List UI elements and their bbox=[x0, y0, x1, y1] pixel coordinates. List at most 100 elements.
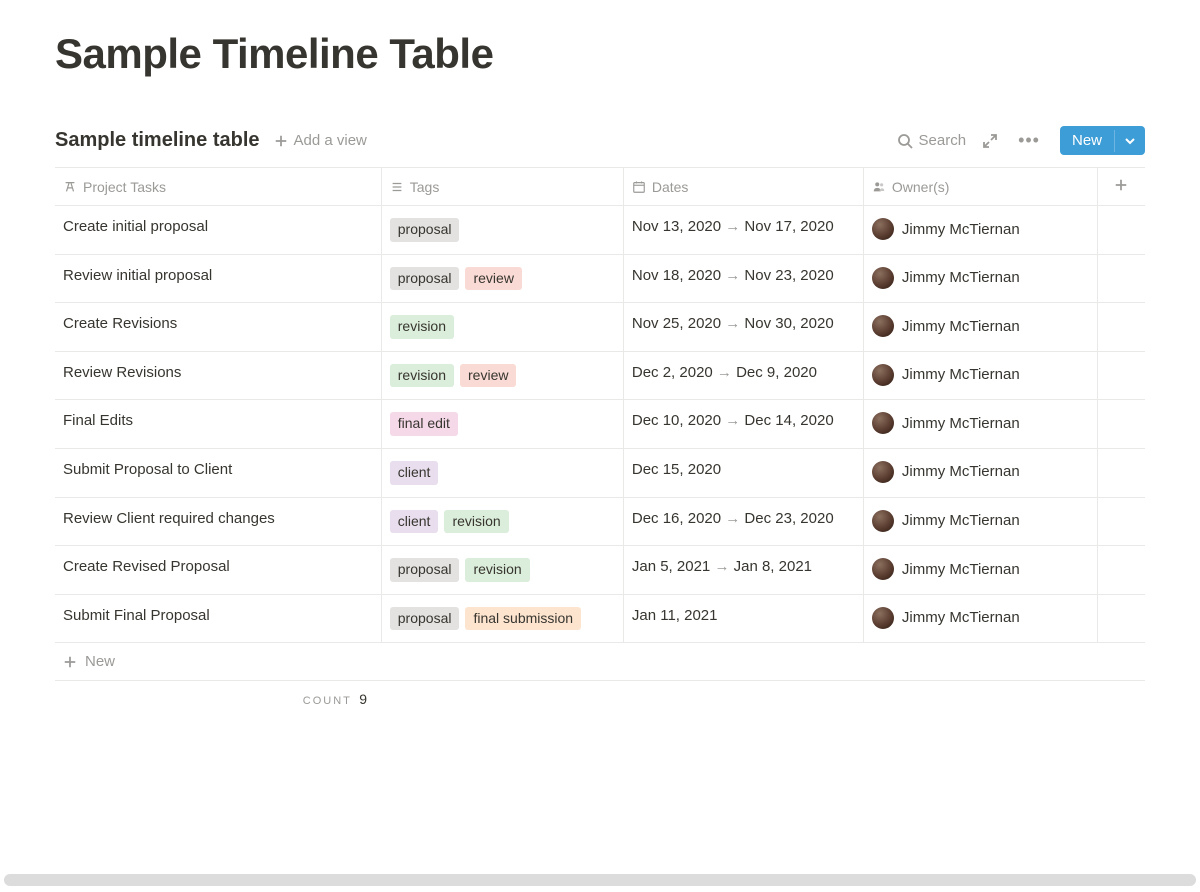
task-cell[interactable]: Submit Final Proposal bbox=[55, 594, 381, 643]
dates-cell[interactable]: Jan 11, 2021 bbox=[623, 594, 863, 643]
column-header-tags-label: Tags bbox=[410, 179, 440, 195]
table-view-title[interactable]: Sample timeline table bbox=[55, 129, 260, 152]
tags-cell[interactable]: revision bbox=[381, 303, 623, 352]
table-row[interactable]: Final Editsfinal editDec 10, 2020 → Dec … bbox=[55, 400, 1145, 449]
owner-cell[interactable]: Jimmy McTiernan bbox=[863, 497, 1097, 546]
arrow-right-icon: → bbox=[725, 510, 740, 527]
dates-cell[interactable]: Dec 10, 2020 → Dec 14, 2020 bbox=[623, 400, 863, 449]
new-row-label: New bbox=[85, 653, 115, 670]
horizontal-scrollbar[interactable] bbox=[4, 874, 1196, 886]
task-cell[interactable]: Review Revisions bbox=[55, 351, 381, 400]
add-view-button[interactable]: Add a view bbox=[274, 132, 367, 149]
owner-cell[interactable]: Jimmy McTiernan bbox=[863, 206, 1097, 255]
owner-name: Jimmy McTiernan bbox=[902, 609, 1020, 626]
table-row[interactable]: Submit Final Proposalproposalfinal submi… bbox=[55, 594, 1145, 643]
more-options-button[interactable]: ••• bbox=[1014, 130, 1044, 151]
new-row-button[interactable]: New bbox=[55, 643, 1145, 681]
tags-cell[interactable]: revisionreview bbox=[381, 351, 623, 400]
table-row[interactable]: Create Revisions revision Nov 25, 2020 → N… bbox=[55, 303, 1145, 352]
tag-pill: client bbox=[390, 461, 439, 485]
tags-cell[interactable]: client bbox=[381, 448, 623, 497]
new-button-dropdown[interactable] bbox=[1114, 130, 1145, 152]
owner-cell[interactable]: Jimmy McTiernan bbox=[863, 351, 1097, 400]
owner-cell[interactable]: Jimmy McTiernan bbox=[863, 400, 1097, 449]
owner-name: Jimmy McTiernan bbox=[902, 221, 1020, 238]
tags-cell[interactable]: proposalrevision bbox=[381, 546, 623, 595]
list-icon bbox=[390, 180, 404, 194]
tag-pill: proposal bbox=[390, 607, 460, 631]
table-row[interactable]: Review initial proposalproposalreviewNov… bbox=[55, 254, 1145, 303]
table-row[interactable]: Review RevisionsrevisionreviewDec 2, 202… bbox=[55, 351, 1145, 400]
tags-cell[interactable]: proposalfinal submission bbox=[381, 594, 623, 643]
task-cell[interactable]: Submit Proposal to Client bbox=[55, 448, 381, 497]
empty-cell bbox=[1097, 448, 1145, 497]
dates-cell[interactable]: Jan 5, 2021 → Jan 8, 2021 bbox=[623, 546, 863, 595]
column-header-dates[interactable]: Dates bbox=[623, 168, 863, 206]
avatar bbox=[872, 267, 894, 289]
owner-name: Jimmy McTiernan bbox=[902, 415, 1020, 432]
plus-icon bbox=[274, 134, 288, 148]
column-header-tags[interactable]: Tags bbox=[381, 168, 623, 206]
table-row[interactable]: Submit Proposal to Client client Dec 15, 2… bbox=[55, 448, 1145, 497]
count-value: 9 bbox=[359, 691, 367, 707]
owner-cell[interactable]: Jimmy McTiernan bbox=[863, 303, 1097, 352]
tag-pill: revision bbox=[444, 510, 508, 534]
avatar bbox=[872, 315, 894, 337]
dates-cell[interactable]: Dec 15, 2020 bbox=[623, 448, 863, 497]
page-title[interactable]: Sample Timeline Table bbox=[55, 30, 1145, 78]
arrow-right-icon: → bbox=[725, 315, 740, 332]
tag-pill: proposal bbox=[390, 267, 460, 291]
arrow-right-icon: → bbox=[725, 412, 740, 429]
owner-name: Jimmy McTiernan bbox=[902, 269, 1020, 286]
people-icon bbox=[872, 180, 886, 194]
empty-cell bbox=[1097, 497, 1145, 546]
table-row[interactable]: Create initial proposal proposal Nov 13, 2… bbox=[55, 206, 1145, 255]
tags-cell[interactable]: clientrevision bbox=[381, 497, 623, 546]
tag-pill: revision bbox=[390, 315, 454, 339]
task-cell[interactable]: Create Revised Proposal bbox=[55, 546, 381, 595]
owner-cell[interactable]: Jimmy McTiernan bbox=[863, 594, 1097, 643]
tag-pill: proposal bbox=[390, 218, 460, 242]
table-toolbar-left: Sample timeline table Add a view bbox=[55, 129, 367, 152]
add-column-button[interactable] bbox=[1097, 168, 1145, 206]
plus-icon bbox=[1114, 178, 1128, 192]
task-cell[interactable]: Create Revisions bbox=[55, 303, 381, 352]
tags-cell[interactable]: proposalreview bbox=[381, 254, 623, 303]
plus-icon bbox=[63, 655, 77, 669]
dates-cell[interactable]: Nov 13, 2020 → Nov 17, 2020 bbox=[623, 206, 863, 255]
tags-cell[interactable]: final edit bbox=[381, 400, 623, 449]
search-button[interactable]: Search bbox=[897, 132, 967, 149]
count-label: COUNT bbox=[303, 695, 352, 707]
arrow-right-icon: → bbox=[714, 558, 729, 575]
tag-pill: final submission bbox=[465, 607, 581, 631]
empty-cell bbox=[1097, 546, 1145, 595]
task-cell[interactable]: Review initial proposal bbox=[55, 254, 381, 303]
expand-icon[interactable] bbox=[982, 133, 998, 149]
table-row[interactable]: Create Revised ProposalproposalrevisionJ… bbox=[55, 546, 1145, 595]
avatar bbox=[872, 607, 894, 629]
add-view-label: Add a view bbox=[294, 132, 367, 149]
owner-cell[interactable]: Jimmy McTiernan bbox=[863, 448, 1097, 497]
dates-cell[interactable]: Nov 18, 2020 → Nov 23, 2020 bbox=[623, 254, 863, 303]
count-row: COUNT 9 bbox=[55, 681, 1145, 711]
task-cell[interactable]: Final Edits bbox=[55, 400, 381, 449]
tag-pill: client bbox=[390, 510, 439, 534]
column-header-tasks[interactable]: Project Tasks bbox=[55, 168, 381, 206]
tags-cell[interactable]: proposal bbox=[381, 206, 623, 255]
task-cell[interactable]: Create initial proposal bbox=[55, 206, 381, 255]
dates-cell[interactable]: Dec 16, 2020 → Dec 23, 2020 bbox=[623, 497, 863, 546]
tag-pill: revision bbox=[465, 558, 529, 582]
avatar bbox=[872, 364, 894, 386]
owner-name: Jimmy McTiernan bbox=[902, 463, 1020, 480]
owner-cell[interactable]: Jimmy McTiernan bbox=[863, 254, 1097, 303]
new-button[interactable]: New bbox=[1060, 126, 1145, 155]
table-row[interactable]: Review Client required changesclientrevi… bbox=[55, 497, 1145, 546]
empty-cell bbox=[1097, 303, 1145, 352]
dates-cell[interactable]: Dec 2, 2020 → Dec 9, 2020 bbox=[623, 351, 863, 400]
owner-cell[interactable]: Jimmy McTiernan bbox=[863, 546, 1097, 595]
task-cell[interactable]: Review Client required changes bbox=[55, 497, 381, 546]
dates-cell[interactable]: Nov 25, 2020 → Nov 30, 2020 bbox=[623, 303, 863, 352]
calendar-icon bbox=[632, 180, 646, 194]
empty-cell bbox=[1097, 400, 1145, 449]
column-header-owners[interactable]: Owner(s) bbox=[863, 168, 1097, 206]
